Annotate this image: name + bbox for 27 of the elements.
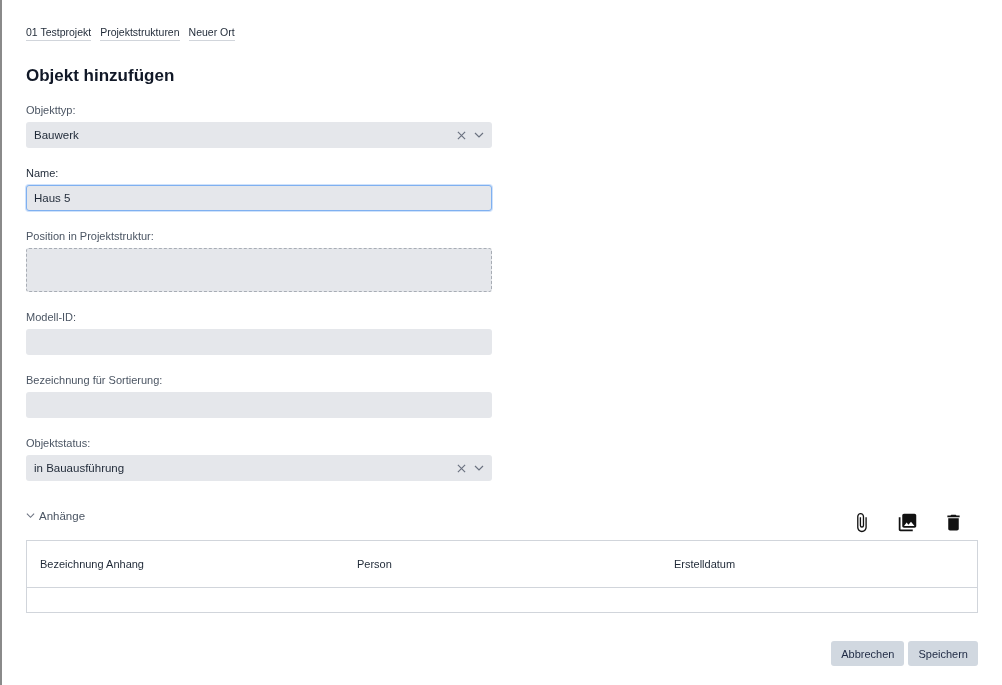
input-field[interactable]: Haus 5 — [26, 185, 492, 211]
field-label: Name: — [26, 167, 60, 179]
column-header: Person — [356, 558, 393, 570]
field-label: Objekttyp: — [26, 104, 77, 116]
field-label: Modell-ID: — [26, 311, 78, 323]
field-label: Position in Projektstruktur: — [26, 230, 155, 242]
select-field[interactable]: in Bauausführung — [26, 455, 492, 481]
chevron-down-icon[interactable] — [474, 465, 484, 471]
page-title: Objekt hinzufügen — [26, 66, 176, 86]
chevron-down-icon[interactable] — [474, 132, 484, 138]
photo-library-icon[interactable] — [897, 512, 918, 533]
column-header: Erstelldatum — [673, 558, 737, 570]
clear-icon[interactable] — [457, 130, 466, 140]
clear-icon[interactable] — [457, 463, 466, 473]
section-toggle[interactable]: Anhänge — [26, 509, 86, 522]
field-label: Bezeichnung für Sortierung: — [26, 374, 164, 386]
cancel-button[interactable]: Abbrechen — [831, 641, 905, 666]
input-field[interactable] — [26, 329, 492, 355]
select-field[interactable]: Bauwerk — [26, 122, 492, 148]
breadcrumb-link[interactable]: Projektstrukturen — [100, 26, 180, 41]
breadcrumb-link[interactable]: Neuer Ort — [188, 26, 235, 41]
chevron-down-icon — [26, 511, 35, 520]
breadcrumb-link[interactable]: 01 Testprojekt — [26, 26, 92, 41]
input-field[interactable] — [26, 392, 492, 418]
field-label: Objektstatus: — [26, 437, 92, 449]
column-header: Bezeichnung Anhang — [39, 558, 145, 570]
save-button[interactable]: Speichern — [908, 641, 978, 666]
